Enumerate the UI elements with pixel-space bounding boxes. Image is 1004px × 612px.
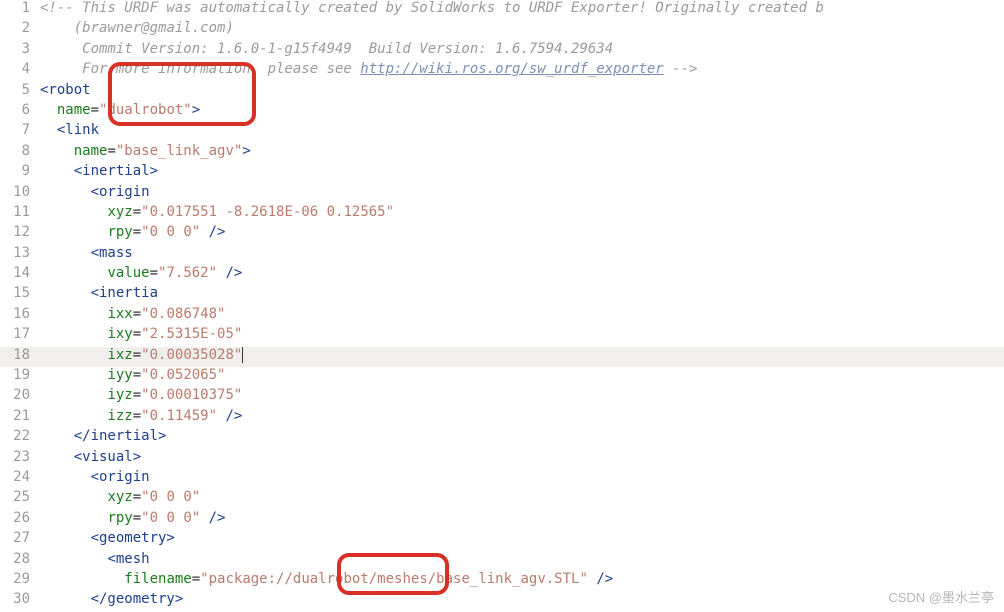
code-line[interactable]: 25 xyz="0 0 0"	[0, 489, 1004, 509]
line-content[interactable]: <mesh	[40, 551, 1004, 567]
line-content[interactable]: Commit Version: 1.6.0-1-g15f4949 Build V…	[40, 41, 1004, 57]
code-line[interactable]: 15 <inertia	[0, 285, 1004, 305]
line-content[interactable]: value="7.562" />	[40, 265, 1004, 281]
code-line[interactable]: 10 <origin	[0, 184, 1004, 204]
code-line[interactable]: 27 <geometry>	[0, 530, 1004, 550]
code-line[interactable]: 18 ixz="0.00035028"	[0, 347, 1004, 367]
line-number: 6	[0, 102, 40, 118]
line-number: 25	[0, 489, 40, 505]
code-line[interactable]: 13 <mass	[0, 245, 1004, 265]
line-content[interactable]: rpy="0 0 0" />	[40, 510, 1004, 526]
line-number: 2	[0, 20, 40, 36]
line-number: 27	[0, 530, 40, 546]
code-line[interactable]: 28 <mesh	[0, 551, 1004, 571]
line-number: 9	[0, 163, 40, 179]
line-content[interactable]: name="dualrobot">	[40, 102, 1004, 118]
code-line[interactable]: 8 name="base_link_agv">	[0, 143, 1004, 163]
line-content[interactable]: rpy="0 0 0" />	[40, 224, 1004, 240]
line-content[interactable]: (brawner@gmail.com)	[40, 20, 1004, 36]
line-content[interactable]: <inertial>	[40, 163, 1004, 179]
line-number: 5	[0, 82, 40, 98]
line-number: 23	[0, 449, 40, 465]
line-number: 18	[0, 347, 40, 363]
line-content[interactable]: <origin	[40, 184, 1004, 200]
line-number: 11	[0, 204, 40, 220]
line-content[interactable]: izz="0.11459" />	[40, 408, 1004, 424]
code-line[interactable]: 19 iyy="0.052065"	[0, 367, 1004, 387]
line-number: 28	[0, 551, 40, 567]
code-editor[interactable]: 1<!-- This URDF was automatically create…	[0, 0, 1004, 612]
line-number: 26	[0, 510, 40, 526]
line-number: 12	[0, 224, 40, 240]
code-line[interactable]: 29 filename="package://dualrobot/meshes/…	[0, 571, 1004, 591]
code-line[interactable]: 24 <origin	[0, 469, 1004, 489]
line-number: 4	[0, 61, 40, 77]
watermark: CSDN @墨水兰亭	[888, 587, 994, 606]
line-number: 7	[0, 122, 40, 138]
line-content[interactable]: <geometry>	[40, 530, 1004, 546]
line-number: 3	[0, 41, 40, 57]
code-line[interactable]: 5<robot	[0, 82, 1004, 102]
line-number: 22	[0, 428, 40, 444]
line-content[interactable]: ixy="2.5315E-05"	[40, 326, 1004, 342]
line-number: 15	[0, 285, 40, 301]
code-line[interactable]: 1<!-- This URDF was automatically create…	[0, 0, 1004, 20]
code-line[interactable]: 21 izz="0.11459" />	[0, 408, 1004, 428]
line-number: 24	[0, 469, 40, 485]
code-line[interactable]: 26 rpy="0 0 0" />	[0, 510, 1004, 530]
line-number: 8	[0, 143, 40, 159]
line-content[interactable]: <robot	[40, 82, 1004, 98]
code-line[interactable]: 30 </geometry>	[0, 591, 1004, 611]
line-content[interactable]: For more information, please see http://…	[40, 61, 1004, 77]
line-number: 13	[0, 245, 40, 261]
line-content[interactable]: xyz="0 0 0"	[40, 489, 1004, 505]
line-number: 19	[0, 367, 40, 383]
code-line[interactable]: 12 rpy="0 0 0" />	[0, 224, 1004, 244]
code-line[interactable]: 22 </inertial>	[0, 428, 1004, 448]
code-line[interactable]: 16 ixx="0.086748"	[0, 306, 1004, 326]
code-line[interactable]: 9 <inertial>	[0, 163, 1004, 183]
line-content[interactable]: <!-- This URDF was automatically created…	[40, 0, 1004, 16]
code-line[interactable]: 17 ixy="2.5315E-05"	[0, 326, 1004, 346]
line-content[interactable]: <origin	[40, 469, 1004, 485]
line-number: 10	[0, 184, 40, 200]
line-content[interactable]: filename="package://dualrobot/meshes/bas…	[40, 571, 1004, 587]
code-line[interactable]: 4 For more information, please see http:…	[0, 61, 1004, 81]
line-content[interactable]: <inertia	[40, 285, 1004, 301]
line-content[interactable]: iyy="0.052065"	[40, 367, 1004, 383]
line-content[interactable]: </geometry>	[40, 591, 1004, 607]
line-content[interactable]: ixz="0.00035028"	[40, 347, 1004, 363]
line-number: 1	[0, 0, 40, 16]
line-number: 17	[0, 326, 40, 342]
code-line[interactable]: 3 Commit Version: 1.6.0-1-g15f4949 Build…	[0, 41, 1004, 61]
line-number: 20	[0, 387, 40, 403]
line-content[interactable]: <link	[40, 122, 1004, 138]
line-number: 21	[0, 408, 40, 424]
line-number: 16	[0, 306, 40, 322]
code-line[interactable]: 6 name="dualrobot">	[0, 102, 1004, 122]
line-number: 14	[0, 265, 40, 281]
code-line[interactable]: 2 (brawner@gmail.com)	[0, 20, 1004, 40]
line-content[interactable]: xyz="0.017551 -8.2618E-06 0.12565"	[40, 204, 1004, 220]
code-line[interactable]: 7 <link	[0, 122, 1004, 142]
line-content[interactable]: iyz="0.00010375"	[40, 387, 1004, 403]
line-content[interactable]: ixx="0.086748"	[40, 306, 1004, 322]
line-content[interactable]: </inertial>	[40, 428, 1004, 444]
line-content[interactable]: name="base_link_agv">	[40, 143, 1004, 159]
code-line[interactable]: 23 <visual>	[0, 449, 1004, 469]
code-line[interactable]: 20 iyz="0.00010375"	[0, 387, 1004, 407]
code-line[interactable]: 14 value="7.562" />	[0, 265, 1004, 285]
code-line[interactable]: 11 xyz="0.017551 -8.2618E-06 0.12565"	[0, 204, 1004, 224]
line-number: 30	[0, 591, 40, 607]
line-content[interactable]: <visual>	[40, 449, 1004, 465]
line-number: 29	[0, 571, 40, 587]
line-content[interactable]: <mass	[40, 245, 1004, 261]
